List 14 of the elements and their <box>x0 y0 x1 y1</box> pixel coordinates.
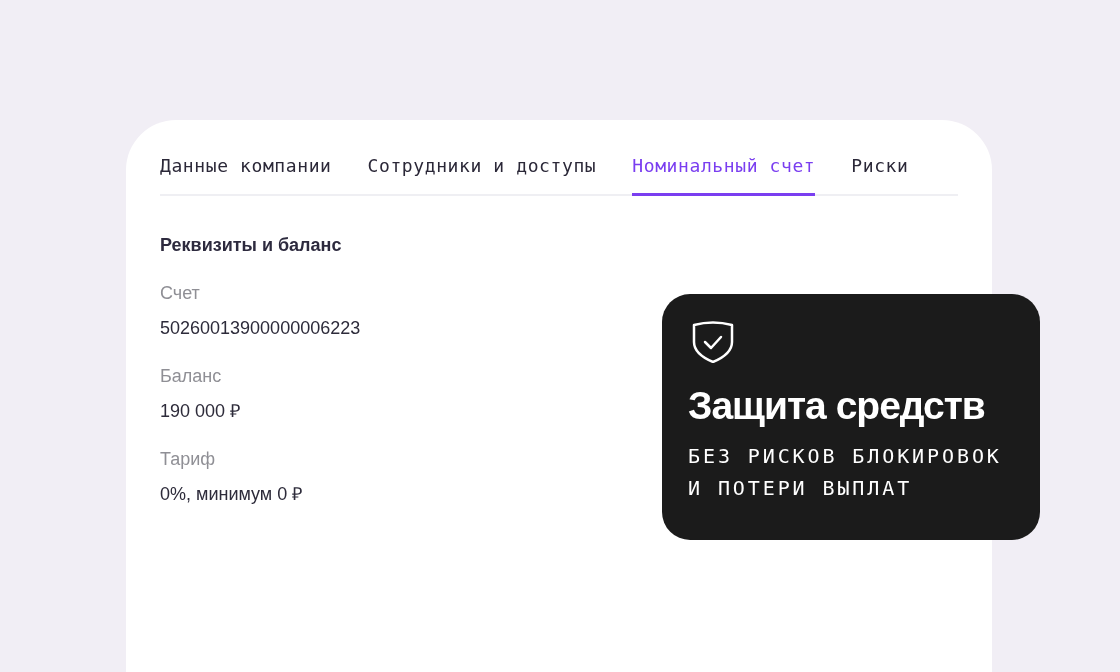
field-label: Счет <box>160 282 200 305</box>
field-value: 0%, минимум 0 ₽ <box>160 483 303 506</box>
field-value: 50260013900000006223 <box>160 317 361 340</box>
promo-title: Защита средств <box>688 384 985 428</box>
tab[interactable]: Сотрудники и доступы <box>367 152 597 196</box>
field-label: Тариф <box>160 448 216 471</box>
tab[interactable]: Данные компании <box>160 152 332 196</box>
tab[interactable]: Риски <box>851 152 909 196</box>
section-title: Реквизиты и баланс <box>160 234 342 257</box>
tab[interactable]: Номинальный счет <box>632 152 816 196</box>
promo-subtitle: БЕЗ РИСКОВ БЛОКИРОВОК И ПОТЕРИ ВЫПЛАТ <box>688 443 1003 502</box>
shield-check-icon <box>692 321 734 363</box>
field-value: 190 000 ₽ <box>160 400 241 423</box>
field-label: Баланс <box>160 365 222 388</box>
